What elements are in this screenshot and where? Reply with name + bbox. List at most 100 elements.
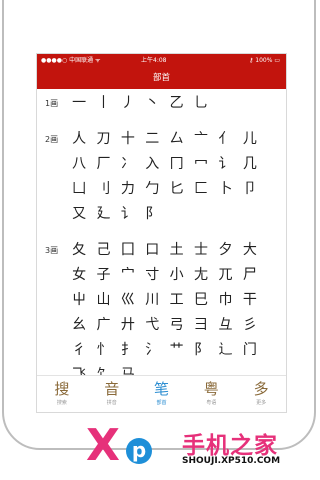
radical-cell[interactable]: 廾 (116, 316, 140, 341)
radical-cell[interactable]: 兀 (213, 266, 237, 291)
tab-label: 更多 (256, 400, 267, 406)
radical-cell[interactable]: 匚 (189, 180, 213, 205)
radical-cell[interactable]: 山 (91, 291, 115, 316)
radical-cell[interactable]: 巛 (116, 291, 140, 316)
radical-cell[interactable]: 干 (238, 291, 262, 316)
radical-cell[interactable]: 丿 (116, 94, 140, 119)
radical-cell[interactable]: 卩 (238, 180, 262, 205)
radical-cell[interactable]: 口 (140, 241, 164, 266)
pinyin-tab-icon: 音 (104, 380, 120, 398)
tab-cantonese[interactable]: 粤 粤语 (186, 376, 236, 412)
watermark-logo: X p 手机之家 SHOUJI.XP510.COM (86, 420, 320, 480)
radical-cell[interactable]: 刀 (91, 130, 115, 155)
radical-cell[interactable]: 冂 (164, 155, 188, 180)
radical-cell[interactable]: 大 (238, 241, 262, 266)
more-tab-icon: 多 (253, 380, 269, 398)
radical-cell[interactable]: 亻 (213, 130, 237, 155)
radical-cell[interactable]: 亠 (189, 130, 213, 155)
radical-cell[interactable]: 八 (67, 155, 91, 180)
radical-cell[interactable]: 冫 (116, 155, 140, 180)
page-title: 部首 (152, 73, 170, 83)
radical-cell[interactable]: 彐 (189, 316, 213, 341)
radical-cell[interactable]: 门 (238, 341, 262, 366)
radical-cell[interactable]: 土 (164, 241, 188, 266)
radical-cell[interactable]: 氵 (140, 341, 164, 366)
radical-cell[interactable]: 囗 (116, 241, 140, 266)
tab-radical[interactable]: 笔 部首 (137, 376, 187, 412)
radical-cell[interactable]: 弋 (140, 316, 164, 341)
radical-cell[interactable]: 幺 (67, 316, 91, 341)
battery-indicator: ⚷ 100% ▭ (248, 57, 280, 64)
radical-cell[interactable]: 乙 (164, 94, 188, 119)
watermark-p-badge: p (126, 438, 152, 464)
radical-cell[interactable]: 儿 (238, 130, 262, 155)
radical-cell[interactable]: 小 (164, 266, 188, 291)
radical-cell[interactable]: 广 (91, 316, 115, 341)
radical-cell[interactable]: 巾 (213, 291, 237, 316)
carrier-signal: ●●●●○ 中国联通 ᯤ (41, 57, 101, 64)
radical-cell[interactable]: 川 (140, 291, 164, 316)
radical-cell[interactable]: 丨 (91, 94, 115, 119)
radical-grid: 人刀十二厶亠亻儿八厂冫入冂冖讠几凵刂力勹匕匚卜卩又廴讠阝 (67, 130, 286, 230)
radical-cell[interactable]: 尸 (238, 266, 262, 291)
radical-cell[interactable]: 卜 (213, 180, 237, 205)
radical-cell[interactable]: 彡 (238, 316, 262, 341)
radical-cell[interactable]: 扌 (116, 341, 140, 366)
radical-cell[interactable]: 十 (116, 130, 140, 155)
radical-cell[interactable]: 巳 (189, 291, 213, 316)
radical-cell[interactable]: 勹 (140, 180, 164, 205)
tab-pinyin[interactable]: 音 拼音 (87, 376, 137, 412)
radical-cell[interactable]: 屮 (67, 291, 91, 316)
radical-cell[interactable]: 入 (140, 155, 164, 180)
nav-bar: 部首 (37, 68, 286, 89)
radical-cell[interactable]: 宀 (116, 266, 140, 291)
radical-cell[interactable]: 凵 (67, 180, 91, 205)
radical-cell[interactable]: 女 (67, 266, 91, 291)
radical-cell[interactable]: 己 (91, 241, 115, 266)
radical-cell[interactable]: 艹 (164, 341, 188, 366)
radical-cell[interactable]: 厂 (91, 155, 115, 180)
stroke-group-3: 3画 夂己囗口土士夕大女子宀寸小尢兀尸屮山巛川工巳巾干幺广廾弋弓彐彑彡彳忄扌氵艹… (37, 241, 286, 391)
radical-cell[interactable]: 厶 (164, 130, 188, 155)
radical-cell[interactable]: 匕 (164, 180, 188, 205)
radical-cell[interactable]: 又 (67, 205, 91, 230)
radical-cell[interactable]: 力 (116, 180, 140, 205)
tab-label: 粤语 (206, 400, 217, 406)
watermark-url: SHOUJI.XP510.COM (182, 456, 281, 466)
status-bar: ●●●●○ 中国联通 ᯤ 上午4:08 ⚷ 100% ▭ (37, 54, 286, 68)
radical-cell[interactable]: 一 (67, 94, 91, 119)
radical-cell[interactable]: 工 (164, 291, 188, 316)
tab-more[interactable]: 多 更多 (236, 376, 286, 412)
radical-cell[interactable]: 人 (67, 130, 91, 155)
stroke-count-label: 3画 (45, 246, 59, 255)
cantonese-tab-icon: 粤 (203, 380, 219, 398)
radical-tab-icon: 笔 (153, 380, 169, 398)
watermark-x-letter: X (86, 420, 120, 471)
radical-cell[interactable]: 冖 (189, 155, 213, 180)
radical-cell[interactable]: 阝 (140, 205, 164, 230)
radical-cell[interactable]: 士 (189, 241, 213, 266)
radical-cell[interactable]: 讠 (116, 205, 140, 230)
radical-cell[interactable]: 彳 (67, 341, 91, 366)
radical-cell[interactable]: 阝 (189, 341, 213, 366)
radical-cell[interactable]: 寸 (140, 266, 164, 291)
tab-search[interactable]: 搜 搜索 (37, 376, 87, 412)
radical-cell[interactable]: 辶 (213, 341, 237, 366)
radical-cell[interactable]: 弓 (164, 316, 188, 341)
radical-cell[interactable]: 刂 (91, 180, 115, 205)
radical-cell[interactable]: 夂 (67, 241, 91, 266)
radical-cell[interactable]: 忄 (91, 341, 115, 366)
radical-cell[interactable]: 尢 (189, 266, 213, 291)
radical-list: 1画 一丨丿丶乙乚 2画 人刀十二厶亠亻儿八厂冫入冂冖讠几凵刂力勹匕匚卜卩又廴讠… (37, 94, 286, 402)
radical-cell[interactable]: 乚 (189, 94, 213, 119)
radical-cell[interactable]: 丶 (140, 94, 164, 119)
radical-cell[interactable]: 廴 (91, 205, 115, 230)
radical-cell[interactable]: 讠 (213, 155, 237, 180)
radical-cell[interactable]: 夕 (213, 241, 237, 266)
radical-grid: 一丨丿丶乙乚 (67, 94, 286, 119)
stroke-count-label: 2画 (45, 135, 59, 144)
radical-cell[interactable]: 几 (238, 155, 262, 180)
radical-cell[interactable]: 彑 (213, 316, 237, 341)
radical-cell[interactable]: 子 (91, 266, 115, 291)
radical-cell[interactable]: 二 (140, 130, 164, 155)
